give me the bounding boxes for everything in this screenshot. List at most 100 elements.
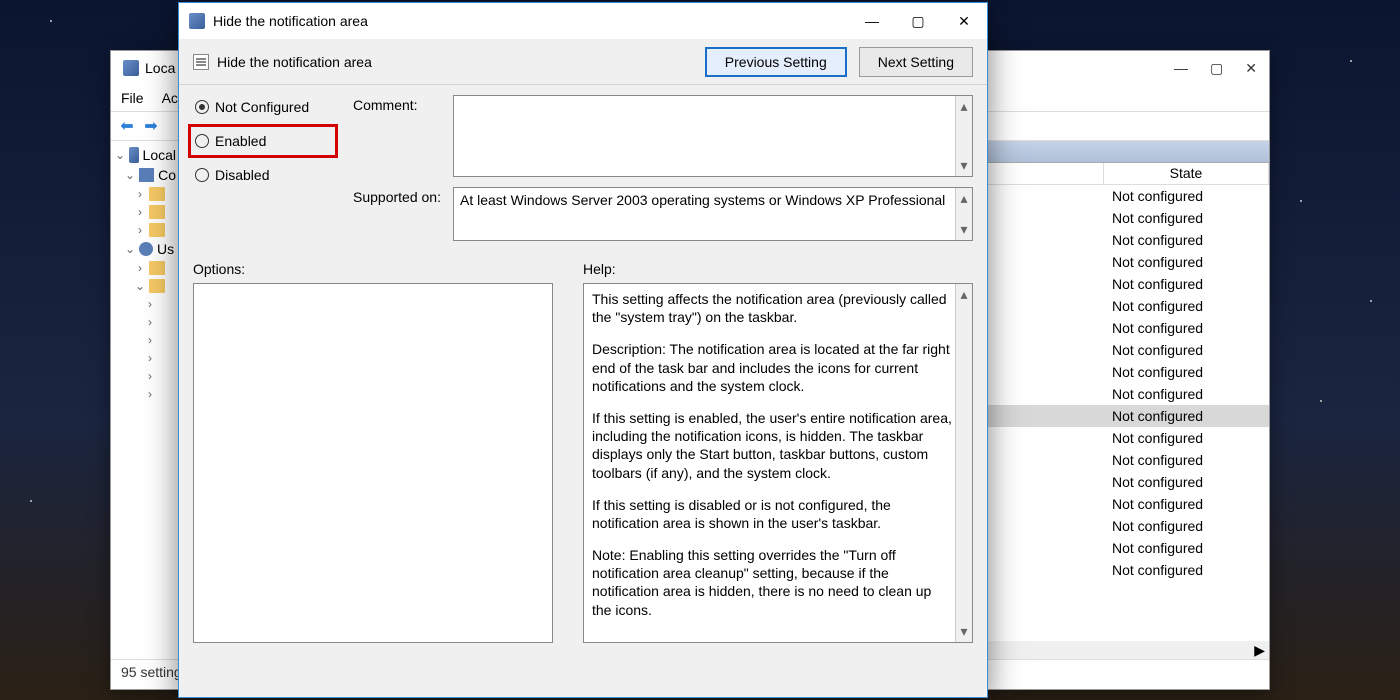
- bg-minimize-icon[interactable]: —: [1174, 60, 1188, 76]
- expand-icon[interactable]: ⌄: [125, 168, 135, 182]
- cell-state: Not configured: [1104, 364, 1269, 380]
- cell-state: Not configured: [1104, 254, 1269, 270]
- radio-disabled-label: Disabled: [215, 167, 269, 183]
- policy-icon: [129, 147, 139, 163]
- tree-node[interactable]: ›: [115, 295, 176, 313]
- dialog-close-button[interactable]: ✕: [941, 3, 987, 39]
- bg-maximize-icon[interactable]: ▢: [1210, 60, 1223, 77]
- supported-label: Supported on:: [353, 187, 445, 241]
- expand-icon[interactable]: ›: [135, 261, 145, 275]
- help-p4: If this setting is disabled or is not co…: [592, 496, 952, 532]
- supported-field: Supported on: At least Windows Server 20…: [353, 187, 973, 241]
- tree-label: Co: [158, 167, 176, 183]
- comment-textarea[interactable]: ▴▾: [453, 95, 973, 177]
- tree-label: Local: [143, 147, 176, 163]
- dialog-icon: [189, 13, 205, 29]
- expand-icon[interactable]: ›: [135, 187, 145, 201]
- scroll-up-icon[interactable]: ▴: [960, 286, 967, 303]
- tree-node[interactable]: ›: [115, 221, 176, 239]
- expand-icon[interactable]: ⌄: [125, 242, 135, 256]
- expand-icon[interactable]: ›: [145, 315, 155, 329]
- cell-state: Not configured: [1104, 386, 1269, 402]
- previous-setting-button[interactable]: Previous Setting: [705, 47, 847, 77]
- cell-state: Not configured: [1104, 518, 1269, 534]
- comment-label: Comment:: [353, 95, 445, 177]
- folder-icon: [149, 261, 165, 275]
- tree-node[interactable]: ›: [115, 203, 176, 221]
- radio-enabled[interactable]: Enabled: [193, 129, 333, 153]
- back-icon[interactable]: ⬅: [117, 116, 137, 136]
- tree-node[interactable]: ›: [115, 259, 176, 277]
- radio-circle-icon: [195, 134, 209, 148]
- user-icon: [139, 242, 153, 256]
- scroll-down-icon[interactable]: ▾: [960, 157, 967, 174]
- menu-action[interactable]: Ac: [162, 90, 178, 106]
- radio-not-configured-label: Not Configured: [215, 99, 309, 115]
- scrollbar[interactable]: ▴▾: [955, 188, 972, 240]
- expand-icon[interactable]: ›: [145, 333, 155, 347]
- expand-icon[interactable]: ⌄: [115, 148, 125, 162]
- computer-icon: [139, 168, 154, 182]
- help-label: Help:: [583, 261, 973, 277]
- cell-state: Not configured: [1104, 188, 1269, 204]
- expand-icon[interactable]: ⌄: [135, 279, 145, 293]
- tree-label: Us: [157, 241, 174, 257]
- menu-file[interactable]: File: [121, 90, 144, 106]
- folder-icon: [149, 223, 165, 237]
- tree-node[interactable]: ⌄ Local: [115, 145, 176, 165]
- tree-node[interactable]: ›: [115, 349, 176, 367]
- help-p2: Description: The notification area is lo…: [592, 340, 952, 395]
- supported-textarea: At least Windows Server 2003 operating s…: [453, 187, 973, 241]
- tree-node[interactable]: ›: [115, 367, 176, 385]
- next-setting-button[interactable]: Next Setting: [859, 47, 973, 77]
- expand-icon[interactable]: ›: [145, 369, 155, 383]
- help-p3: If this setting is enabled, the user's e…: [592, 409, 952, 482]
- expand-icon[interactable]: ›: [135, 205, 145, 219]
- policy-icon: [123, 60, 139, 76]
- tree-node[interactable]: ⌄: [115, 277, 176, 295]
- options-label: Options:: [193, 261, 553, 277]
- expand-icon[interactable]: ›: [135, 223, 145, 237]
- help-p5: Note: Enabling this setting overrides th…: [592, 546, 952, 619]
- scroll-up-icon[interactable]: ▴: [960, 190, 967, 207]
- cell-state: Not configured: [1104, 562, 1269, 578]
- comment-field: Comment: ▴▾: [353, 95, 973, 177]
- scrollbar[interactable]: ▴▾: [955, 96, 972, 176]
- tree-node[interactable]: ›: [115, 185, 176, 203]
- scrollbar[interactable]: ▴▾: [955, 284, 972, 642]
- folder-icon: [149, 187, 165, 201]
- tree-node[interactable]: ›: [115, 313, 176, 331]
- dialog-minimize-button[interactable]: —: [849, 3, 895, 39]
- radio-not-configured[interactable]: Not Configured: [193, 95, 333, 119]
- expand-icon[interactable]: ›: [145, 297, 155, 311]
- cell-state: Not configured: [1104, 452, 1269, 468]
- tree-node[interactable]: ›: [115, 385, 176, 403]
- cell-state: Not configured: [1104, 298, 1269, 314]
- cell-state: Not configured: [1104, 232, 1269, 248]
- radio-circle-icon: [195, 168, 209, 182]
- expand-icon[interactable]: ›: [145, 351, 155, 365]
- dialog-subbar: Hide the notification area Previous Sett…: [179, 39, 987, 85]
- radio-disabled[interactable]: Disabled: [193, 163, 333, 187]
- policy-dialog: Hide the notification area — ▢ ✕ Hide th…: [178, 2, 988, 698]
- scroll-up-icon[interactable]: ▴: [960, 98, 967, 115]
- bg-close-icon[interactable]: ✕: [1245, 60, 1257, 77]
- cell-state: Not configured: [1104, 474, 1269, 490]
- expand-icon[interactable]: ›: [145, 387, 155, 401]
- bg-title: Loca: [145, 60, 175, 76]
- scroll-down-icon[interactable]: ▾: [960, 623, 967, 640]
- forward-icon[interactable]: ➡: [141, 116, 161, 136]
- tree-node[interactable]: ›: [115, 331, 176, 349]
- tree-node[interactable]: ⌄ Co: [115, 165, 176, 185]
- scroll-right-icon[interactable]: ▶: [1254, 642, 1265, 659]
- dialog-subtitle: Hide the notification area: [217, 54, 372, 70]
- cell-state: Not configured: [1104, 276, 1269, 292]
- scroll-down-icon[interactable]: ▾: [960, 221, 967, 238]
- bg-tree[interactable]: ⌄Local⌄Co›››⌄Us›⌄››››››: [111, 141, 181, 659]
- bg-header-state[interactable]: State: [1104, 163, 1269, 184]
- cell-state: Not configured: [1104, 540, 1269, 556]
- dialog-title: Hide the notification area: [213, 13, 368, 29]
- options-box: [193, 283, 553, 643]
- tree-node[interactable]: ⌄ Us: [115, 239, 176, 259]
- dialog-maximize-button[interactable]: ▢: [895, 3, 941, 39]
